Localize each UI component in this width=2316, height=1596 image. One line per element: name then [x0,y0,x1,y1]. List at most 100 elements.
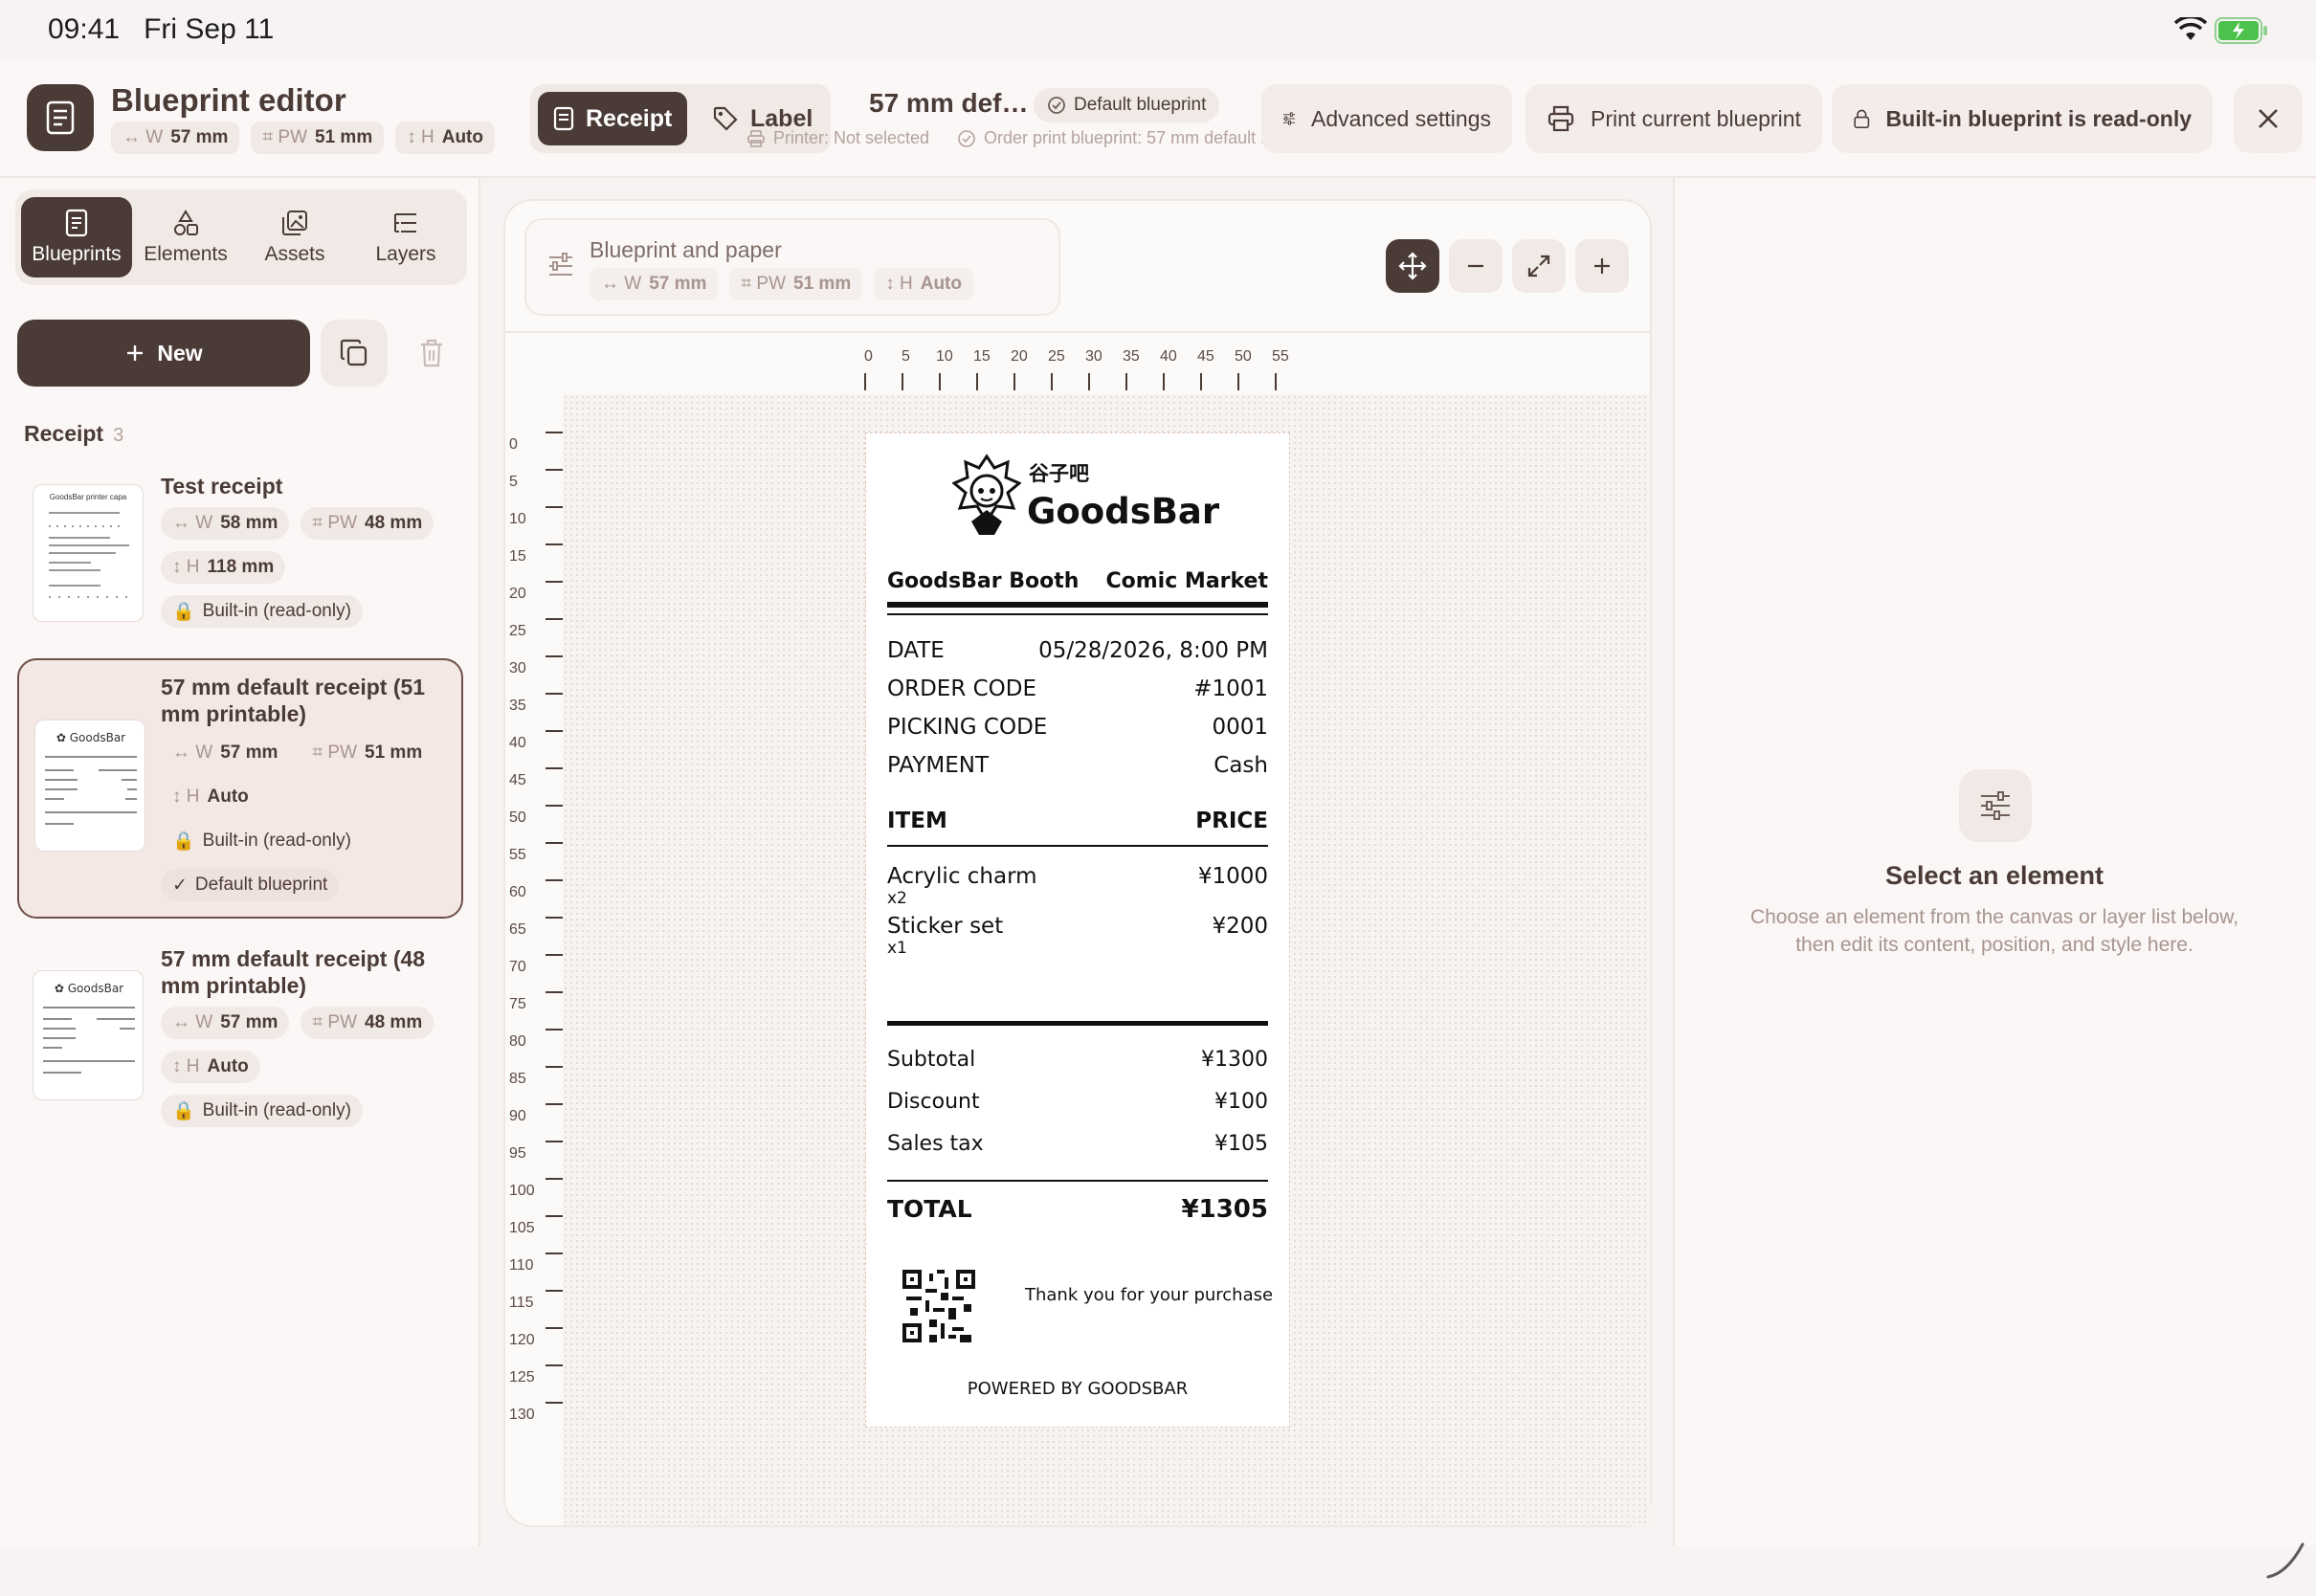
payment-value[interactable]: Cash [1214,753,1268,778]
tab-receipt[interactable]: Receipt [538,92,688,145]
zoom-in-button[interactable] [1575,239,1629,293]
default-blueprint-badge: Default blueprint [1034,88,1220,122]
page-title: Blueprint editor [111,82,346,118]
printable-width-chip: ⌗ PW 51 mm [312,743,423,763]
date-value[interactable]: 05/28/2026, 8:00 PM [1038,638,1268,663]
move-icon [1398,252,1427,280]
svg-text:✿ GoodsBar: ✿ GoodsBar [55,982,123,995]
date-label[interactable]: DATE [887,638,945,663]
tax-label[interactable]: Sales tax [887,1132,984,1156]
item-qty[interactable]: x1 [887,939,907,958]
subtotal-value[interactable]: ¥1300 [1201,1048,1268,1072]
picking-code-value[interactable]: 0001 [1212,715,1268,740]
advanced-settings-button[interactable]: Advanced settings [1261,84,1512,153]
new-blueprint-button[interactable]: New [17,320,310,387]
blueprint-card-57mm-51[interactable]: ✿ GoodsBar 57 mm default receipt (51 mm … [17,658,463,919]
printable-width-chip: ⌗ PW 48 mm [301,1007,434,1039]
fit-to-screen-button[interactable] [1512,239,1566,293]
item-name[interactable]: Sticker set [887,914,1003,939]
image-icon [282,211,307,235]
pencil-icon [2264,1539,2306,1581]
read-only-notice-button[interactable]: Built-in blueprint is read-only [1832,84,2213,153]
blueprint-card-57mm-48[interactable]: ✿ GoodsBar 57 mm default receipt (48 mm … [17,936,463,1127]
subtotal-label[interactable]: Subtotal [887,1048,975,1072]
battery-icon [2215,17,2268,44]
order-code-label[interactable]: ORDER CODE [887,676,1036,701]
order-code-value[interactable]: #1001 [1193,676,1268,701]
close-editor-button[interactable] [2234,84,2303,153]
discount-label[interactable]: Discount [887,1090,980,1114]
width-chip: ↔ W 57 mm [111,122,240,154]
copy-icon [340,339,367,366]
builtin-badge: 🔒 Built-in (read-only) [161,595,363,628]
item-price[interactable]: ¥1000 [1198,864,1268,889]
horizontal-ruler: 0 5 10 15 20 25 30 35 40 45 50 55 [864,348,1289,390]
sidebar-tab-blueprints[interactable]: Blueprints [21,197,132,277]
blueprint-specs: ↔ W 58 mm ⌗ PW 48 mm ↕ H 118 mm 🔒 Built-in … [161,507,457,628]
builtin-badge: 🔒 Built-in (read-only) [172,831,351,852]
picking-code-label[interactable]: PICKING CODE [887,715,1047,740]
item-header[interactable]: ITEM [887,809,947,833]
mascot-logo-icon[interactable] [952,453,1021,539]
bottom-bar [0,1546,2316,1596]
check-circle-icon [958,129,975,147]
height-chip: ↕ H Auto [395,122,495,154]
receipt-paper[interactable]: 谷子吧 GoodsBar GoodsBar Booth Comic Market… [865,432,1290,1428]
width-chip: ↔ W 57 mm [590,268,719,300]
layers-icon [394,213,416,233]
inspector-empty-title: Select an element [1884,861,2104,890]
item-price[interactable]: ¥200 [1212,914,1268,939]
divider [887,845,1268,847]
divider [887,602,1268,608]
duplicate-blueprint-button[interactable] [321,320,388,387]
qr-code-icon[interactable] [902,1270,975,1342]
blueprint-thumbnail: ✿ GoodsBar [34,720,145,852]
width-chip: ↔ W 57 mm [172,743,278,763]
item-qty[interactable]: x2 [887,889,907,908]
printer-icon [1548,105,1574,132]
check-circle-icon [1048,97,1065,114]
sidebar-tab-layers[interactable]: Layers [350,197,461,277]
event-name[interactable]: Comic Market [1106,569,1269,593]
status-bar [0,0,2316,61]
tag-icon [713,106,738,131]
height-chip: ↕ H Auto [161,1051,260,1083]
delete-blueprint-button[interactable] [398,320,465,387]
blueprint-name: 57 mm def… [869,88,1029,118]
expand-icon [1527,255,1550,277]
total-label[interactable]: TOTAL [887,1195,972,1223]
printer-status: Printer: Not selected [746,128,929,148]
blueprint-card-test-receipt[interactable]: GoodsBar printer capa Test receipt ↔ W 58… [17,469,463,641]
section-header-receipt: Receipt 3 [24,421,124,446]
price-header[interactable]: PRICE [1195,809,1268,833]
blueprint-editor-icon[interactable] [27,84,94,151]
plus-icon [1594,258,1610,274]
item-name[interactable]: Acrylic charm [887,864,1037,889]
powered-by-text[interactable]: POWERED BY GOODSBAR [866,1379,1289,1399]
inspector-empty-description: Choose an element from the canvas or lay… [1749,906,2239,956]
blueprint-thumbnail: ✿ GoodsBar [33,970,144,1100]
status-time: 09:41 Fri Sep 11 [48,13,275,45]
default-blueprint-badge: ✓ Default blueprint [161,869,340,901]
thank-you-text[interactable]: Thank you for your purchase [1025,1285,1273,1305]
store-name[interactable]: GoodsBar Booth [887,569,1079,593]
discount-value[interactable]: ¥100 [1214,1090,1268,1114]
zoom-out-button[interactable] [1449,239,1503,293]
lock-icon [1854,109,1870,129]
document-icon [65,209,88,237]
total-value[interactable]: ¥1305 [1182,1195,1268,1224]
sliders-icon [547,253,574,279]
tax-value[interactable]: ¥105 [1214,1132,1268,1156]
plus-icon [127,345,144,361]
print-current-blueprint-button[interactable]: Print current blueprint [1525,84,1822,153]
width-chip: ↔ W 57 mm [161,1007,290,1039]
sidebar-tab-elements[interactable]: Elements [130,197,241,277]
sidebar-tab-assets[interactable]: Assets [239,197,350,277]
divider [887,1021,1268,1026]
divider [505,331,1650,333]
payment-label[interactable]: PAYMENT [887,753,989,778]
paper-dimensions: ↔ W 57 mm ⌗ PW 51 mm ↕ H Auto [590,268,973,300]
printer-icon [747,129,765,147]
pan-tool-button[interactable] [1386,239,1439,293]
blueprint-paper-settings[interactable]: Blueprint and paper ↔ W 57 mm ⌗ PW 51 mm ↕… [524,218,1060,316]
